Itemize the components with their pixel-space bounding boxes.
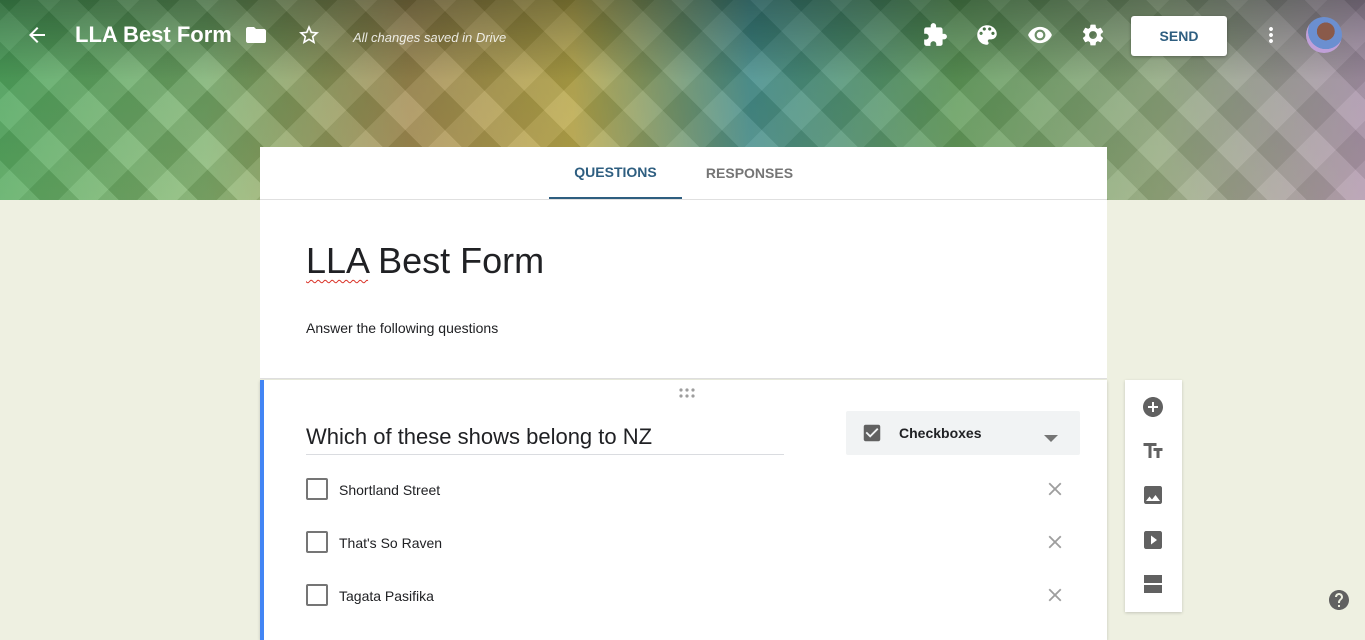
settings-gear-icon[interactable] — [1073, 15, 1113, 55]
form-description[interactable]: Answer the following questions — [306, 320, 498, 336]
option-row: Tagata Pasifika — [306, 584, 1066, 608]
option-checkbox[interactable] — [306, 584, 328, 606]
palette-icon[interactable] — [967, 15, 1007, 55]
help-icon[interactable] — [1327, 588, 1351, 612]
app-title[interactable]: LLA Best Form — [75, 22, 232, 48]
chevron-down-icon — [1044, 430, 1058, 448]
saved-status-text: All changes saved in Drive — [353, 30, 507, 45]
add-image-icon[interactable] — [1139, 481, 1167, 509]
drag-handle-icon[interactable] — [678, 386, 696, 404]
close-icon[interactable] — [1044, 584, 1066, 606]
question-type-label: Checkboxes — [899, 425, 982, 441]
more-vert-icon[interactable] — [1251, 15, 1291, 55]
question-title-input[interactable]: Which of these shows belong to NZ — [306, 424, 784, 455]
close-icon[interactable] — [1044, 478, 1066, 500]
tab-responses[interactable]: RESPONSES — [682, 147, 817, 199]
avatar[interactable] — [1306, 17, 1342, 53]
option-label[interactable]: That's So Raven — [339, 535, 442, 551]
side-toolbar — [1125, 380, 1182, 612]
tabs-bar: QUESTIONS RESPONSES — [260, 147, 1107, 200]
option-row: That's So Raven — [306, 531, 1066, 555]
close-icon[interactable] — [1044, 531, 1066, 553]
add-question-icon[interactable] — [1139, 393, 1167, 421]
addons-icon[interactable] — [915, 15, 955, 55]
add-section-icon[interactable] — [1139, 570, 1167, 598]
form-title-part2: Best Form — [368, 240, 545, 281]
add-title-icon[interactable] — [1139, 437, 1167, 465]
option-checkbox[interactable] — [306, 478, 328, 500]
question-type-dropdown[interactable]: Checkboxes — [846, 411, 1080, 455]
option-row: Shortland Street — [306, 478, 1066, 502]
question-card[interactable]: Which of these shows belong to NZ Checkb… — [260, 380, 1107, 640]
tab-questions[interactable]: QUESTIONS — [549, 147, 682, 199]
option-checkbox[interactable] — [306, 531, 328, 553]
top-app-bar: LLA Best Form All changes saved in Drive… — [0, 0, 1365, 72]
form-title-part1: LLA — [306, 240, 369, 281]
checkbox-checked-icon — [861, 422, 883, 449]
add-video-icon[interactable] — [1139, 526, 1167, 554]
form-title[interactable]: LLA Best Form — [306, 240, 544, 282]
folder-icon[interactable] — [236, 15, 276, 55]
back-arrow-icon[interactable] — [17, 15, 57, 55]
send-button[interactable]: SEND — [1131, 16, 1227, 56]
form-header-card: LLA Best Form Answer the following quest… — [260, 200, 1107, 379]
option-label[interactable]: Shortland Street — [339, 482, 440, 498]
star-icon[interactable] — [289, 15, 329, 55]
preview-eye-icon[interactable] — [1020, 15, 1060, 55]
option-label[interactable]: Tagata Pasifika — [339, 588, 434, 604]
